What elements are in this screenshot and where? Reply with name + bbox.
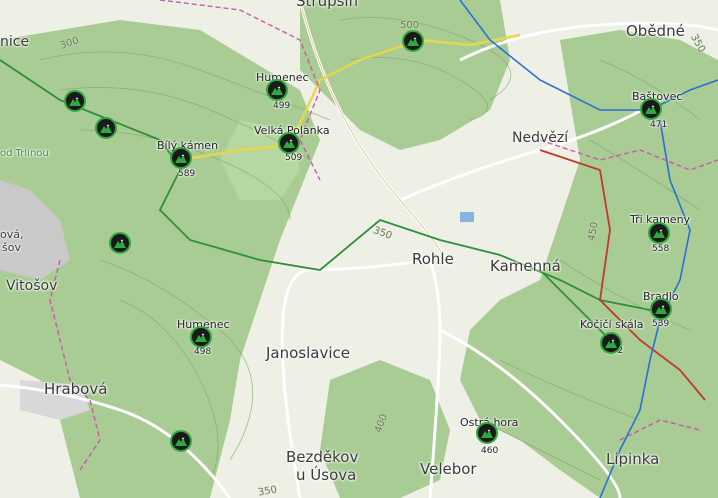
mountain-icon xyxy=(175,154,187,163)
mountain-icon xyxy=(195,333,207,342)
peak-marker-icon[interactable] xyxy=(190,326,212,348)
peak-marker-icon[interactable] xyxy=(640,98,662,120)
mountain-icon xyxy=(653,229,665,238)
peak-marker-icon[interactable] xyxy=(650,298,672,320)
mountain-icon xyxy=(114,239,126,248)
town-label-hrabova: Hrabová xyxy=(44,380,108,398)
mountain-icon xyxy=(645,105,657,114)
town-label-obedne: Obědné xyxy=(626,22,685,40)
peak-marker-icon[interactable] xyxy=(109,232,131,254)
trail-label: od Trlinou xyxy=(0,148,49,159)
mountain-icon xyxy=(407,37,419,46)
mountain-icon xyxy=(69,97,81,106)
town-label-lipinka: Lipinka xyxy=(606,450,660,468)
peak-marker-icon[interactable] xyxy=(64,90,86,112)
peak-marker-icon[interactable] xyxy=(648,222,670,244)
town-label-bezdekov-sub: u Úsova xyxy=(296,466,357,484)
town-label-kamenna: Kamenná xyxy=(490,257,561,275)
hill-elevation: 471 xyxy=(650,120,668,130)
peak-marker-icon[interactable] xyxy=(170,430,192,452)
peak-marker-icon[interactable] xyxy=(402,30,424,52)
town-label-strupsin: Strupšín xyxy=(296,0,359,10)
town-label-nedvezi: Nedvězí xyxy=(512,130,569,146)
town-label-bezdekov: Bezděkov xyxy=(286,448,359,466)
pond xyxy=(460,212,474,222)
peak-marker-icon[interactable] xyxy=(476,422,498,444)
hill-elevation: 558 xyxy=(652,244,670,254)
peak-marker-icon[interactable] xyxy=(266,79,288,101)
hill-elevation: 589 xyxy=(178,169,196,179)
map-viewport[interactable]: Obědné Nedvězí Rohle Kamenná Janoslavice… xyxy=(0,0,718,498)
mountain-icon xyxy=(175,437,187,446)
hill-elevation: 539 xyxy=(652,319,670,329)
town-label-vitosov: Vitošov xyxy=(6,278,58,294)
town-label-partial: ová, xyxy=(0,228,24,241)
hill-elevation: 509 xyxy=(285,153,303,163)
hill-elevation: 499 xyxy=(273,101,291,111)
mountain-icon xyxy=(605,339,617,348)
peak-marker-icon[interactable] xyxy=(170,147,192,169)
town-label-janoslavice: Janoslavice xyxy=(266,344,350,362)
mountain-icon xyxy=(100,124,112,133)
hill-name: Kočičí skála xyxy=(580,318,644,331)
hill-elevation: 460 xyxy=(481,446,499,456)
map-base-layer xyxy=(0,0,718,498)
town-label-velebor: Velebor xyxy=(420,460,477,478)
peak-marker-icon[interactable] xyxy=(95,117,117,139)
mountain-icon xyxy=(271,86,283,95)
peak-marker-icon[interactable] xyxy=(600,332,622,354)
hill-elevation: 498 xyxy=(194,347,212,357)
town-label-partial: šov xyxy=(2,241,21,254)
mountain-icon xyxy=(481,429,493,438)
town-label-partial: nice xyxy=(0,34,30,50)
peak-marker-icon[interactable] xyxy=(278,132,300,154)
mountain-icon xyxy=(655,305,667,314)
town-label-rohle: Rohle xyxy=(412,250,454,268)
mountain-icon xyxy=(283,139,295,148)
